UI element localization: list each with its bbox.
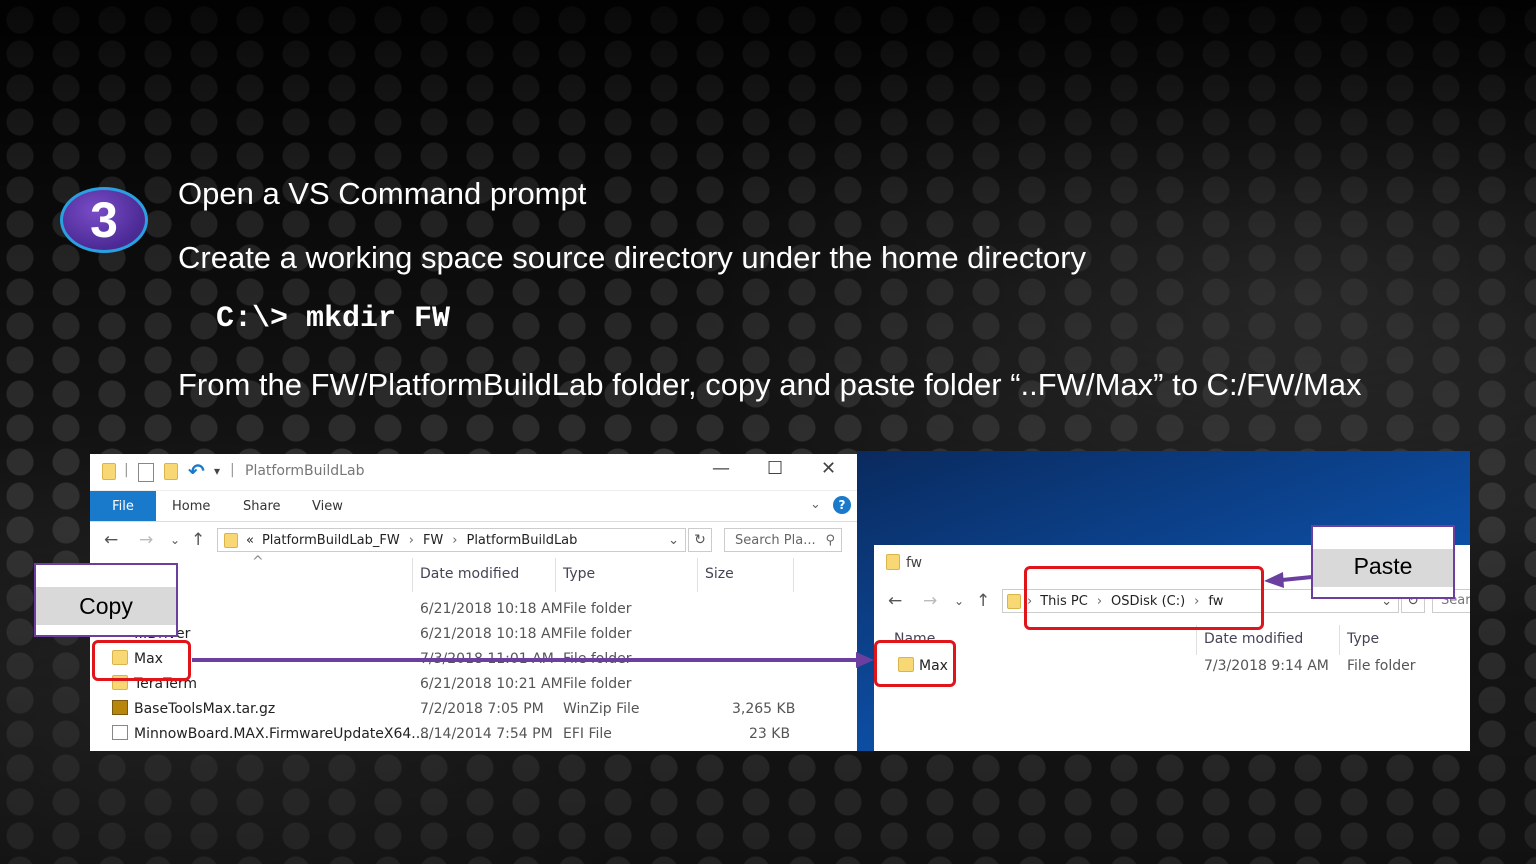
paste-arrowhead-icon	[1264, 572, 1284, 588]
paste-callout: Paste	[1311, 525, 1455, 599]
callout-top-band	[1313, 527, 1453, 549]
callout-bottom-band	[1313, 587, 1453, 597]
copy-arrowhead-icon	[856, 652, 874, 668]
callout-top-band	[36, 565, 176, 587]
paste-arrow	[1281, 575, 1313, 582]
copy-label: Copy	[79, 592, 133, 619]
copy-callout: Copy	[34, 563, 178, 637]
callout-bottom-band	[36, 625, 176, 635]
copy-paste-arrows	[192, 572, 1313, 668]
paste-label: Paste	[1353, 552, 1413, 579]
